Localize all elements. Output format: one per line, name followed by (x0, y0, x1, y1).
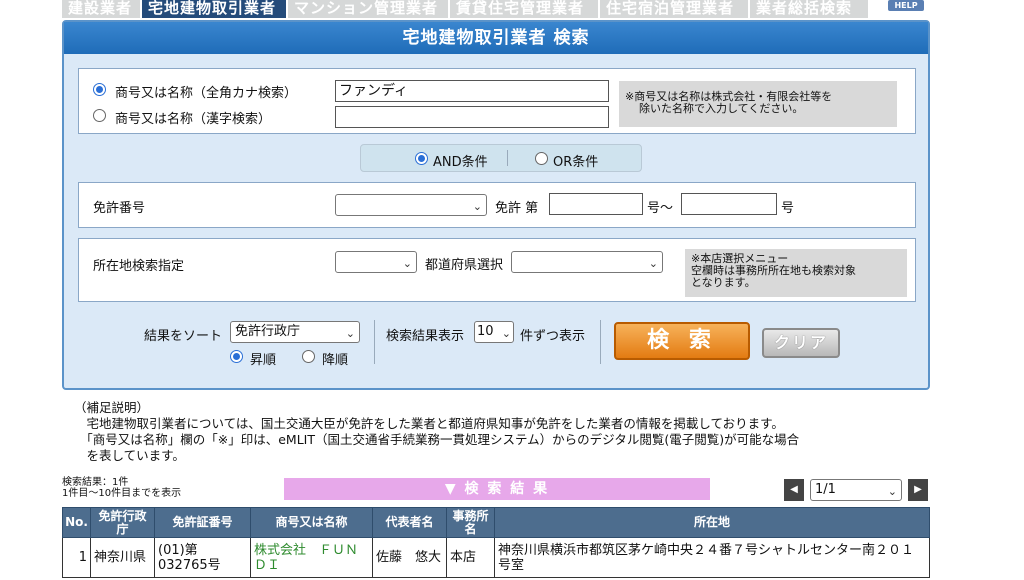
col-name: 商号又は名称 (250, 507, 373, 538)
name-note: ※商号又は名称は株式会社・有限会社等を 除いた名称で入力してください。 (619, 81, 897, 127)
note-line: を表しています。 (74, 448, 185, 463)
divider (374, 320, 375, 364)
clear-button[interactable]: クリア (762, 328, 840, 358)
chevron-down-icon: ⌄ (648, 257, 658, 270)
tab-rental-management[interactable]: 賃貸住宅管理業者 (450, 0, 600, 18)
chevron-down-icon: ⌄ (501, 327, 511, 340)
location-note: ※本店選択メニュー 空欄時は事務所所在地も検索対象 となります。 (685, 249, 907, 297)
condition-divider (507, 150, 508, 166)
chevron-down-icon: ⌄ (402, 257, 412, 270)
divider (600, 320, 601, 364)
chevron-down-icon: ⌄ (472, 200, 482, 213)
name-kanji-radio[interactable] (93, 109, 106, 122)
license-prefix: 免許 第 (495, 201, 539, 216)
condition-toggle: AND条件 OR条件 (360, 144, 642, 172)
col-rep: 代表者名 (372, 507, 447, 538)
cell-no: 1 (62, 537, 91, 578)
sort-select[interactable]: 免許行政庁 ⌄ (230, 321, 360, 343)
or-radio[interactable] (535, 152, 548, 165)
note-line: 「商号又は名称」欄の「※」印は、eMLIT（国土交通省手続業務一貫処理システム）… (74, 432, 800, 447)
license-label: 免許番号 (93, 201, 146, 216)
license-authority-select[interactable]: ⌄ (335, 194, 487, 216)
name-kana-radio[interactable] (93, 83, 106, 96)
pref-select[interactable]: ⌄ (511, 251, 663, 273)
and-label: AND条件 (433, 155, 488, 170)
name-kanji-input[interactable] (335, 106, 609, 128)
per-page-label: 検索結果表示 (386, 329, 465, 344)
results-bar: ▼ 検 索 結 果 (284, 478, 710, 500)
license-from-input[interactable] (549, 193, 643, 215)
license-mid: 号〜 (647, 201, 674, 216)
next-page-icon[interactable]: ▶ (908, 479, 928, 501)
cell-rep: 佐藤 悠大 (372, 537, 447, 578)
tab-general-search[interactable]: 業者総括検索 (750, 0, 870, 18)
panel-title: 宅地建物取引業者 検索 (64, 22, 928, 54)
col-license: 免許証番号 (154, 507, 251, 538)
asc-radio[interactable] (230, 350, 243, 363)
sort-label: 結果をソート (144, 329, 223, 344)
per-page-suffix: 件ずつ表示 (520, 329, 586, 344)
tab-construction[interactable]: 建設業者 (62, 0, 142, 18)
company-link[interactable]: 株式会社 ＦＵＮＤＩ (250, 537, 373, 578)
sort-value: 免許行政庁 (235, 324, 301, 339)
name-kana-input[interactable]: ファンディ (335, 80, 609, 102)
per-page-value: 10 (477, 324, 494, 339)
results-meta: 検索結果：1件 1件目〜10件目までを表示 (62, 477, 181, 499)
search-panel: 宅地建物取引業者 検索 商号又は名称（全角カナ検索） 商号又は名称（漢字検索） … (62, 20, 930, 390)
tab-real-estate[interactable]: 宅地建物取引業者 (142, 0, 288, 18)
license-box: 免許番号 ⌄ 免許 第 号〜 号 (78, 182, 916, 228)
search-button[interactable]: 検 索 (614, 322, 750, 360)
location-box: 所在地検索指定 ⌄ 都道府県選択 ⌄ ※本店選択メニュー 空欄時は事務所所在地も… (78, 238, 916, 302)
license-suffix: 号 (781, 201, 795, 216)
chevron-down-icon: ⌄ (887, 485, 897, 498)
help-button[interactable]: HELP (888, 0, 924, 11)
tab-lodging-management[interactable]: 住宅宿泊管理業者 (600, 0, 750, 18)
location-type-select[interactable]: ⌄ (335, 251, 417, 273)
table-row: 1 神奈川県 (01)第032765号 株式会社 ＦＵＮＤＩ 佐藤 悠大 本店 … (62, 537, 930, 578)
desc-label: 降順 (322, 353, 349, 368)
cell-address: 神奈川県横浜市都筑区茅ケ崎中央２４番７号シャトルセンター南２０１号室 (494, 537, 930, 578)
supplementary-notes: （補足説明） 宅地建物取引業者については、国土交通大臣が免許をした業者と都道府県… (74, 400, 954, 464)
col-authority: 免許行政庁 (90, 507, 155, 538)
chevron-down-icon: ⌄ (345, 327, 355, 340)
name-kana-label: 商号又は名称（全角カナ検索） (115, 86, 298, 101)
desc-radio[interactable] (302, 350, 315, 363)
note-line: （補足説明） (74, 400, 150, 415)
pref-label: 都道府県選択 (425, 258, 504, 273)
col-address: 所在地 (494, 507, 930, 538)
col-no: No. (62, 507, 91, 538)
page-value: 1/1 (815, 482, 836, 497)
location-note-line-3: となります。 (691, 276, 756, 289)
col-office: 事務所名 (446, 507, 495, 538)
results-table: No. 免許行政庁 免許証番号 商号又は名称 代表者名 事務所名 所在地 1 神… (62, 507, 930, 578)
note-line: 宅地建物取引業者については、国土交通大臣が免許をした業者と都道府県知事が免許をし… (74, 416, 784, 431)
and-radio[interactable] (415, 152, 428, 165)
cell-office: 本店 (446, 537, 495, 578)
name-kanji-label: 商号又は名称（漢字検索） (115, 112, 272, 127)
asc-label: 昇順 (250, 353, 277, 368)
or-label: OR条件 (553, 155, 599, 170)
cell-license: (01)第032765号 (154, 537, 251, 578)
cell-authority: 神奈川県 (90, 537, 155, 578)
results-count: 検索結果：1件 (62, 477, 129, 488)
results-range: 1件目〜10件目までを表示 (62, 488, 182, 499)
name-search-box: 商号又は名称（全角カナ検索） 商号又は名称（漢字検索） ファンディ ※商号又は名… (78, 68, 916, 134)
name-note-line-2: 除いた名称で入力してください。 (639, 102, 804, 115)
page-select[interactable]: 1/1 ⌄ (810, 479, 902, 501)
per-page-select[interactable]: 10 ⌄ (474, 321, 514, 343)
table-header-row: No. 免許行政庁 免許証番号 商号又は名称 代表者名 事務所名 所在地 (62, 507, 930, 538)
location-label: 所在地検索指定 (93, 259, 185, 274)
tab-condo-management[interactable]: マンション管理業者 (288, 0, 450, 18)
license-to-input[interactable] (681, 193, 777, 215)
prev-page-icon[interactable]: ◀ (784, 479, 804, 501)
top-tabs: 建設業者 宅地建物取引業者 マンション管理業者 賃貸住宅管理業者 住宅宿泊管理業… (0, 0, 1024, 20)
